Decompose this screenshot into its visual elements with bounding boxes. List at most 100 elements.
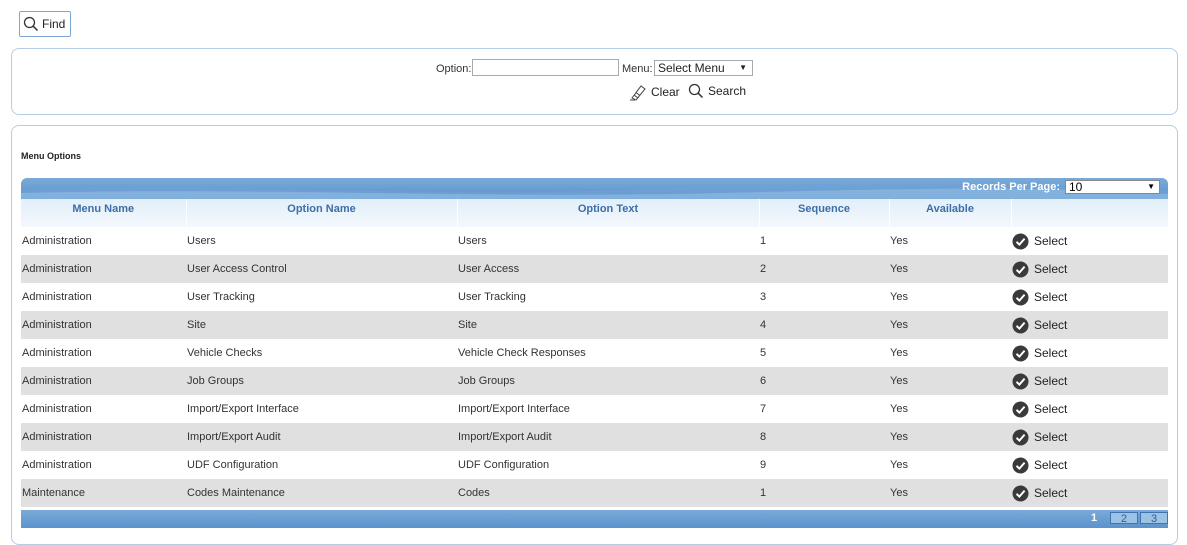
select-button[interactable]: Select [1012, 457, 1168, 474]
cell-menu-name: Maintenance [21, 479, 186, 507]
cell-action: Select [1011, 367, 1168, 395]
table-row[interactable]: Administration Import/Export Audit Import/… [21, 423, 1168, 451]
column-header-menu-name[interactable]: Menu Name [21, 199, 187, 227]
dropdown-arrow-icon: ▼ [1147, 182, 1155, 191]
cell-option-name: Vehicle Checks [187, 347, 263, 359]
cell-action: Select [1011, 395, 1168, 423]
table-row[interactable]: Administration Job Groups Job Groups 6 Yes Se… [21, 367, 1168, 395]
cell-option-text: Users [458, 235, 487, 247]
table-row[interactable]: Administration Site Site 4 Yes Select [21, 311, 1168, 339]
cell-option-text: Import/Export Interface [458, 403, 570, 415]
cell-menu-name: Administration [21, 311, 186, 339]
option-input[interactable] [472, 59, 619, 76]
cell-menu-name: Administration [21, 255, 186, 283]
cell-option-name: UDF Configuration [187, 459, 279, 471]
select-button[interactable]: Select [1012, 401, 1168, 418]
check-circle-icon [1012, 429, 1029, 445]
select-button[interactable]: Select [1012, 373, 1168, 390]
check-circle-icon [1012, 233, 1029, 249]
cell-option-text: Codes [457, 479, 759, 507]
clear-button[interactable]: Clear [629, 83, 680, 101]
cell-available: Yes [890, 291, 908, 303]
select-button-label: Select [1034, 430, 1068, 444]
cell-available: Yes [890, 235, 908, 247]
cell-option-name: Import/Export Interface [187, 403, 299, 415]
search-icon [688, 83, 704, 99]
page-link-1[interactable]: 1 [1080, 512, 1108, 524]
cell-menu-name: Administration [22, 347, 92, 359]
cell-option-text: UDF Configuration [458, 459, 550, 471]
cell-action: Select [1011, 283, 1168, 311]
menu-select[interactable]: Select Menu ▼ [654, 60, 753, 76]
select-button-label: Select [1034, 486, 1068, 500]
results-panel: Menu Options Records Per Page: 10 ▼ Menu… [11, 125, 1178, 545]
column-header-available[interactable]: Available [889, 199, 1012, 227]
cell-option-text: User Access [457, 255, 759, 283]
select-button-label: Select [1034, 346, 1068, 360]
select-button[interactable]: Select [1012, 429, 1168, 446]
check-circle-icon [1012, 345, 1029, 361]
table-row[interactable]: Administration Users Users 1 Yes Select [21, 227, 1168, 255]
select-button[interactable]: Select [1012, 289, 1168, 306]
select-button-label: Select [1034, 234, 1068, 248]
page-link-2[interactable]: 2 [1110, 512, 1138, 525]
cell-sequence: 8 [759, 423, 889, 451]
cell-option-name: Import/Export Audit [186, 423, 457, 451]
select-button[interactable]: Select [1012, 485, 1168, 502]
table-body: Administration Users Users 1 Yes Select Admini… [21, 227, 1168, 507]
cell-option-name: Users [187, 235, 216, 247]
cell-menu-name: Administration [21, 367, 186, 395]
cell-option-name: User Tracking [187, 291, 255, 303]
select-button[interactable]: Select [1012, 317, 1168, 334]
search-button[interactable]: Search [688, 83, 746, 99]
check-circle-icon [1012, 401, 1029, 417]
cell-sequence: 7 [760, 403, 767, 415]
cell-action: Select [1011, 227, 1168, 255]
cell-action: Select [1011, 311, 1168, 339]
cell-sequence: 6 [759, 367, 889, 395]
table-row[interactable]: Maintenance Codes Maintenance Codes 1 Yes Sel… [21, 479, 1168, 507]
records-per-page-select[interactable]: 10 ▼ [1065, 180, 1160, 194]
table-row[interactable]: Administration Import/Export Interface Imp… [21, 395, 1168, 423]
section-title: Menu Options [21, 151, 81, 161]
cell-option-name: Codes Maintenance [186, 479, 457, 507]
cell-option-name: Job Groups [186, 367, 457, 395]
select-button[interactable]: Select [1012, 345, 1168, 362]
cell-available: Yes [889, 367, 1011, 395]
cell-action: Select [1011, 479, 1168, 507]
column-header-option-name[interactable]: Option Name [186, 199, 458, 227]
table-row[interactable]: Administration User Tracking User Tracking… [21, 283, 1168, 311]
cell-menu-name: Administration [22, 291, 92, 303]
column-header-sequence[interactable]: Sequence [759, 199, 890, 227]
eraser-icon [630, 85, 646, 101]
table-row[interactable]: Administration Vehicle Checks Vehicle Chec… [21, 339, 1168, 367]
check-circle-icon [1012, 289, 1029, 305]
select-button[interactable]: Select [1012, 261, 1168, 278]
check-circle-icon [1012, 457, 1029, 473]
pager-bar: 123 [21, 510, 1168, 528]
table-row[interactable]: Administration UDF Configuration UDF Confi… [21, 451, 1168, 479]
cell-menu-name: Administration [22, 235, 92, 247]
check-circle-icon [1012, 373, 1029, 389]
search-panel: Option: Menu: Select Menu ▼ Clear Search [11, 48, 1178, 115]
cell-menu-name: Administration [21, 423, 186, 451]
check-circle-icon [1012, 317, 1029, 333]
option-label: Option: [436, 63, 472, 75]
find-button[interactable]: Find [19, 11, 71, 37]
table-row[interactable]: Administration User Access Control User Ac… [21, 255, 1168, 283]
select-button-label: Select [1034, 374, 1068, 388]
cell-sequence: 1 [759, 479, 889, 507]
cell-available: Yes [889, 255, 1011, 283]
cell-sequence: 1 [760, 235, 767, 247]
cell-available: Yes [889, 311, 1011, 339]
select-button[interactable]: Select [1012, 233, 1168, 250]
search-icon [23, 16, 39, 32]
grid-toolbar: Records Per Page: 10 ▼ [21, 178, 1168, 199]
cell-action: Select [1011, 339, 1168, 367]
column-header-option-text[interactable]: Option Text [457, 199, 760, 227]
cell-menu-name: Administration [22, 459, 92, 471]
page-link-3[interactable]: 3 [1140, 512, 1168, 525]
cell-sequence: 4 [759, 311, 889, 339]
cell-available: Yes [889, 423, 1011, 451]
cell-action: Select [1011, 451, 1168, 479]
